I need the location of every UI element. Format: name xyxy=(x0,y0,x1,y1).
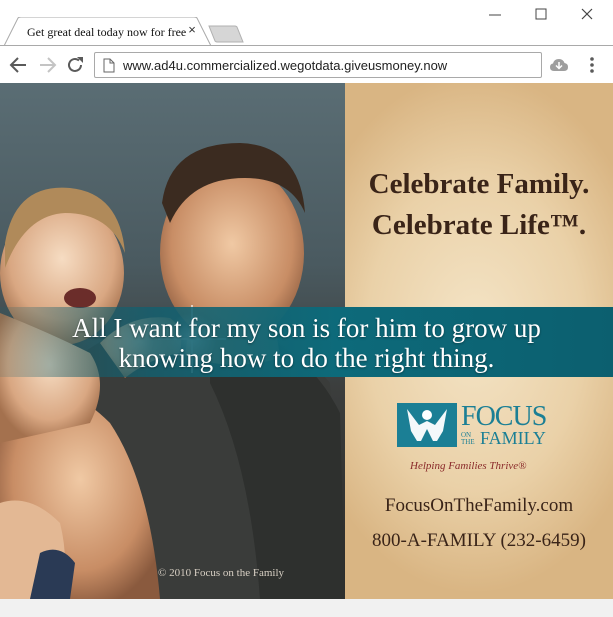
minimize-icon[interactable] xyxy=(480,4,510,26)
headline-celebrate-life: Celebrate Life™. xyxy=(371,209,587,241)
page-icon xyxy=(103,58,115,73)
page-bottom-area xyxy=(0,599,613,617)
copyright-text: © 2010 Focus on the Family xyxy=(158,567,284,579)
phone-number: 800-A-FAMILY (232-6459) xyxy=(372,530,586,551)
url-text[interactable]: www.ad4u.commercialized.wegotdata.giveus… xyxy=(123,58,447,73)
tab-strip: Get great deal today now for free × xyxy=(0,0,613,46)
forward-arrow-icon[interactable] xyxy=(36,54,58,76)
browser-toolbar: www.ad4u.commercialized.wegotdata.giveus… xyxy=(0,45,613,83)
extension-icon[interactable] xyxy=(549,56,569,74)
maximize-icon[interactable] xyxy=(526,4,556,26)
new-tab-button[interactable] xyxy=(208,25,244,43)
back-arrow-icon[interactable] xyxy=(8,54,30,76)
headline-celebrate-family: Celebrate Family. xyxy=(368,168,590,200)
quote-line-2: knowing how to do the right thing. xyxy=(118,343,495,373)
tab-close-button[interactable]: × xyxy=(184,22,200,38)
close-icon[interactable] xyxy=(572,4,602,26)
advertisement[interactable]: Celebrate Family. Celebrate Life™. All I… xyxy=(0,83,613,599)
page-viewport: Celebrate Family. Celebrate Life™. All I… xyxy=(0,83,613,617)
quote-line-1: All I want for my son is for him to grow… xyxy=(72,313,541,343)
reload-icon[interactable] xyxy=(64,54,86,76)
kebab-menu-icon[interactable] xyxy=(584,55,600,75)
address-bar[interactable]: www.ad4u.commercialized.wegotdata.giveus… xyxy=(94,52,542,78)
tab-title[interactable]: Get great deal today now for free xyxy=(27,25,186,40)
logo-family-text: FAMILY xyxy=(480,428,546,448)
website-text: FocusOnTheFamily.com xyxy=(384,495,574,516)
tagline: Helping Families Thrive® xyxy=(410,460,527,472)
